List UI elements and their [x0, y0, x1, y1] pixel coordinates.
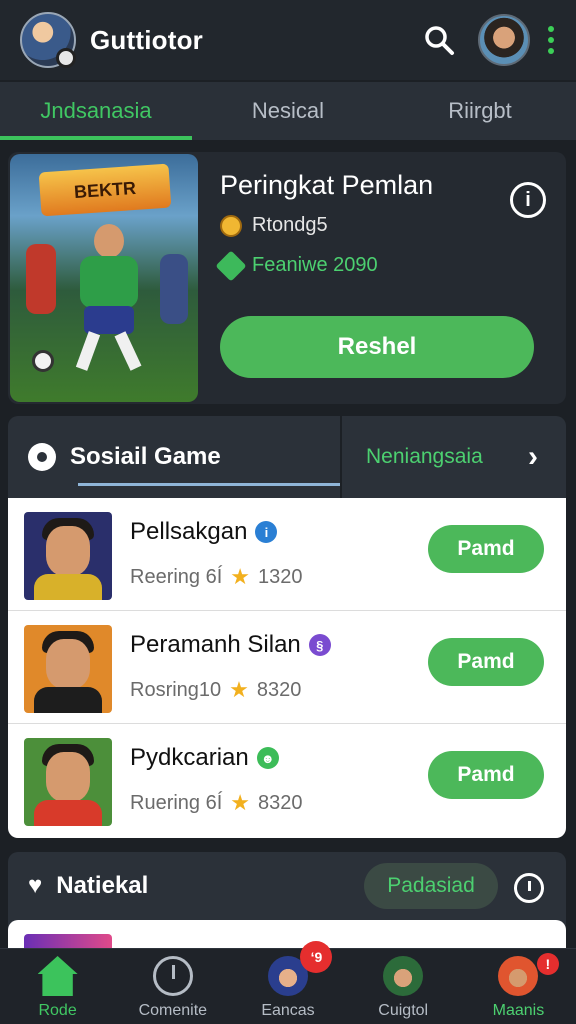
list-item-rank: Ruering 6Í: [130, 791, 223, 814]
nav-label: Comenite: [138, 1002, 208, 1019]
national-section: ♥ Natiekal Padasiad: [8, 852, 566, 952]
list-item-sub: Ruering 6Í ★ 8320: [130, 790, 303, 816]
featured-meta-feature-text: Feaniwe 2090: [252, 254, 378, 276]
gear-icon: [28, 443, 56, 471]
list-item-name: Pellsakgan i: [130, 518, 278, 546]
list-item-sub: Reering 6Í ★ 1320: [130, 564, 303, 590]
featured-meta-feature: Feaniwe 2090: [215, 249, 378, 282]
game-thumbnail: [24, 625, 112, 713]
social-game-list: Pellsakgan i Reering 6Í ★ 1320 Pamd Pera…: [8, 498, 566, 838]
clock-icon[interactable]: [514, 873, 544, 903]
nav-item-cuigtol[interactable]: Cuigtol: [346, 949, 461, 1024]
medal-icon: [220, 214, 242, 237]
top-bar-actions: [422, 14, 556, 66]
featured-game-card: BEKTR Peringkat Pemlan i Rtondg5 Feaniwe…: [8, 152, 566, 404]
user-avatar[interactable]: [478, 14, 530, 66]
teammate-figure: [26, 244, 56, 314]
app-root: Guttiotor Jndsanasia Nesical Riirgbt BEK…: [0, 0, 576, 1024]
avatar-icon: [498, 956, 539, 996]
info-icon[interactable]: i: [510, 182, 546, 218]
nav-item-comenite[interactable]: Comenite: [115, 949, 230, 1024]
social-secondary-label: Neniangsaia: [366, 445, 483, 468]
social-section-header: Sosiail Game Neniangsaia ›: [8, 416, 566, 498]
list-item-title: Peramanh Silan: [130, 631, 301, 658]
nav-label: Rode: [38, 1002, 77, 1019]
reshel-button[interactable]: Reshel: [220, 316, 534, 378]
national-section-title: Natiekal: [56, 872, 149, 899]
list-item-name: Peramanh Silan §: [130, 631, 331, 659]
list-item-score: 1320: [258, 565, 303, 588]
play-button[interactable]: Pamd: [428, 638, 544, 686]
info-badge-icon: i: [255, 521, 278, 543]
opponent-figure: [160, 254, 188, 324]
list-item-rank: Rosring10: [130, 678, 222, 701]
nav-item-eancas[interactable]: ʻ9 Eancas: [230, 941, 345, 1024]
green-badge-icon: ☻: [256, 747, 279, 769]
star-icon: ★: [229, 677, 249, 702]
nav-label: Maanis: [492, 1002, 545, 1019]
app-title: Guttiotor: [90, 24, 203, 55]
home-icon: [37, 956, 78, 996]
game-thumbnail: [24, 738, 112, 826]
list-item-score: 8320: [258, 791, 303, 814]
avatar-icon: [383, 956, 424, 996]
featured-game-image[interactable]: BEKTR: [10, 154, 198, 402]
list-item-rank: Reering 6Í: [130, 565, 223, 588]
nav-item-maanis[interactable]: ! Maanis: [461, 949, 576, 1024]
featured-meta-rank-text: Rtondg5: [252, 214, 328, 236]
bottom-nav: Rode Comenite ʻ9 Eancas Cuigtol ! Maanis: [0, 941, 576, 1024]
social-tab[interactable]: Sosiail Game: [8, 416, 342, 498]
list-item[interactable]: Pydkcarian ☻ Ruering 6Í ★ 8320 Pamd: [8, 724, 566, 837]
chevron-right-icon: ›: [528, 440, 538, 473]
tab-riirgbt[interactable]: Riirgbt: [384, 82, 576, 140]
app-avatar[interactable]: [20, 12, 76, 68]
game-thumbnail: [24, 512, 112, 600]
padasiad-button[interactable]: Padasiad: [364, 863, 498, 909]
list-item-name: Pydkcarian ☻: [130, 744, 279, 772]
list-item[interactable]: Pellsakgan i Reering 6Í ★ 1320 Pamd: [8, 498, 566, 611]
list-item-score: 8320: [256, 678, 302, 701]
list-item-title: Pydkcarian: [130, 744, 249, 771]
play-button[interactable]: Pamd: [428, 751, 544, 799]
avatar-badge-icon: [56, 48, 76, 68]
heart-icon: ♥: [28, 872, 43, 899]
featured-title: Peringkat Pemlan: [220, 170, 434, 200]
gem-icon: [215, 249, 247, 282]
star-icon: ★: [230, 790, 251, 815]
featured-meta-rank: Rtondg5: [220, 214, 328, 237]
play-button[interactable]: Pamd: [428, 525, 544, 573]
star-icon: ★: [230, 564, 251, 589]
timer-icon: [152, 956, 193, 996]
notification-badge: !: [536, 953, 559, 975]
social-section-title: Sosiail Game: [70, 443, 221, 470]
tab-nesical[interactable]: Nesical: [192, 82, 384, 140]
top-bar: Guttiotor: [0, 0, 576, 80]
game-logo: BEKTR: [38, 163, 172, 217]
list-item-sub: Rosring10 ★ 8320: [130, 677, 301, 703]
nav-item-rode[interactable]: Rode: [0, 949, 115, 1024]
list-item-title: Pellsakgan: [130, 518, 248, 545]
player-figure: [72, 224, 146, 374]
tab-bar: Jndsanasia Nesical Riirgbt: [0, 82, 576, 140]
notification-badge: ʻ9: [300, 941, 333, 973]
list-item[interactable]: Peramanh Silan § Rosring10 ★ 8320 Pamd: [8, 611, 566, 724]
search-icon[interactable]: [422, 23, 456, 57]
tab-jndsanasia[interactable]: Jndsanasia: [0, 82, 192, 140]
social-secondary-link[interactable]: Neniangsaia ›: [342, 416, 566, 498]
ball-icon: [32, 350, 54, 372]
purple-badge-icon: §: [308, 634, 331, 656]
nav-label: Cuigtol: [378, 1002, 429, 1019]
nav-label: Eancas: [261, 1002, 315, 1019]
more-options-icon[interactable]: [548, 26, 556, 54]
